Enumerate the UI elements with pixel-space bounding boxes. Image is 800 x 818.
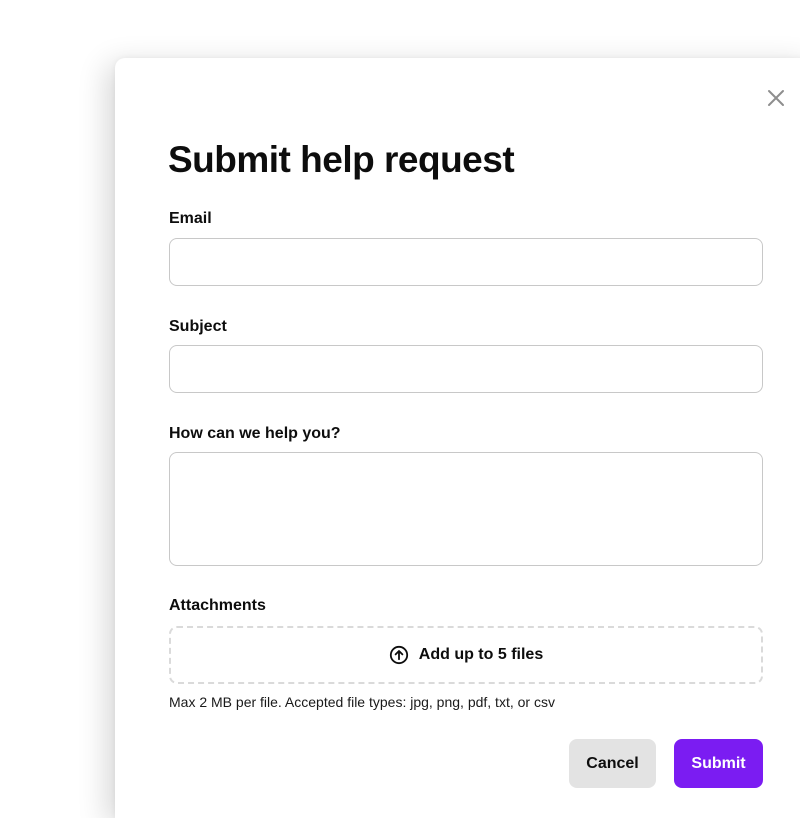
attachments-label: Attachments [169, 597, 266, 614]
attachments-dropzone[interactable]: Add up to 5 files [169, 626, 763, 684]
email-field[interactable] [169, 238, 763, 286]
dropzone-label: Add up to 5 files [418, 646, 544, 663]
attachments-helper-text: Max 2 MB per file. Accepted file types: … [169, 694, 555, 710]
message-label: How can we help you? [169, 425, 341, 442]
email-label: Email [169, 210, 212, 227]
help-request-dialog: Submit help request Email Subject How ca… [115, 58, 800, 818]
dialog-title: Submit help request [168, 139, 515, 180]
submit-button[interactable]: Submit [674, 739, 763, 788]
close-icon [768, 90, 784, 106]
cancel-button[interactable]: Cancel [569, 739, 656, 788]
subject-field[interactable] [169, 345, 763, 393]
upload-icon [389, 645, 409, 665]
subject-label: Subject [169, 318, 227, 335]
close-button[interactable] [764, 86, 788, 110]
message-textarea[interactable] [169, 452, 763, 566]
